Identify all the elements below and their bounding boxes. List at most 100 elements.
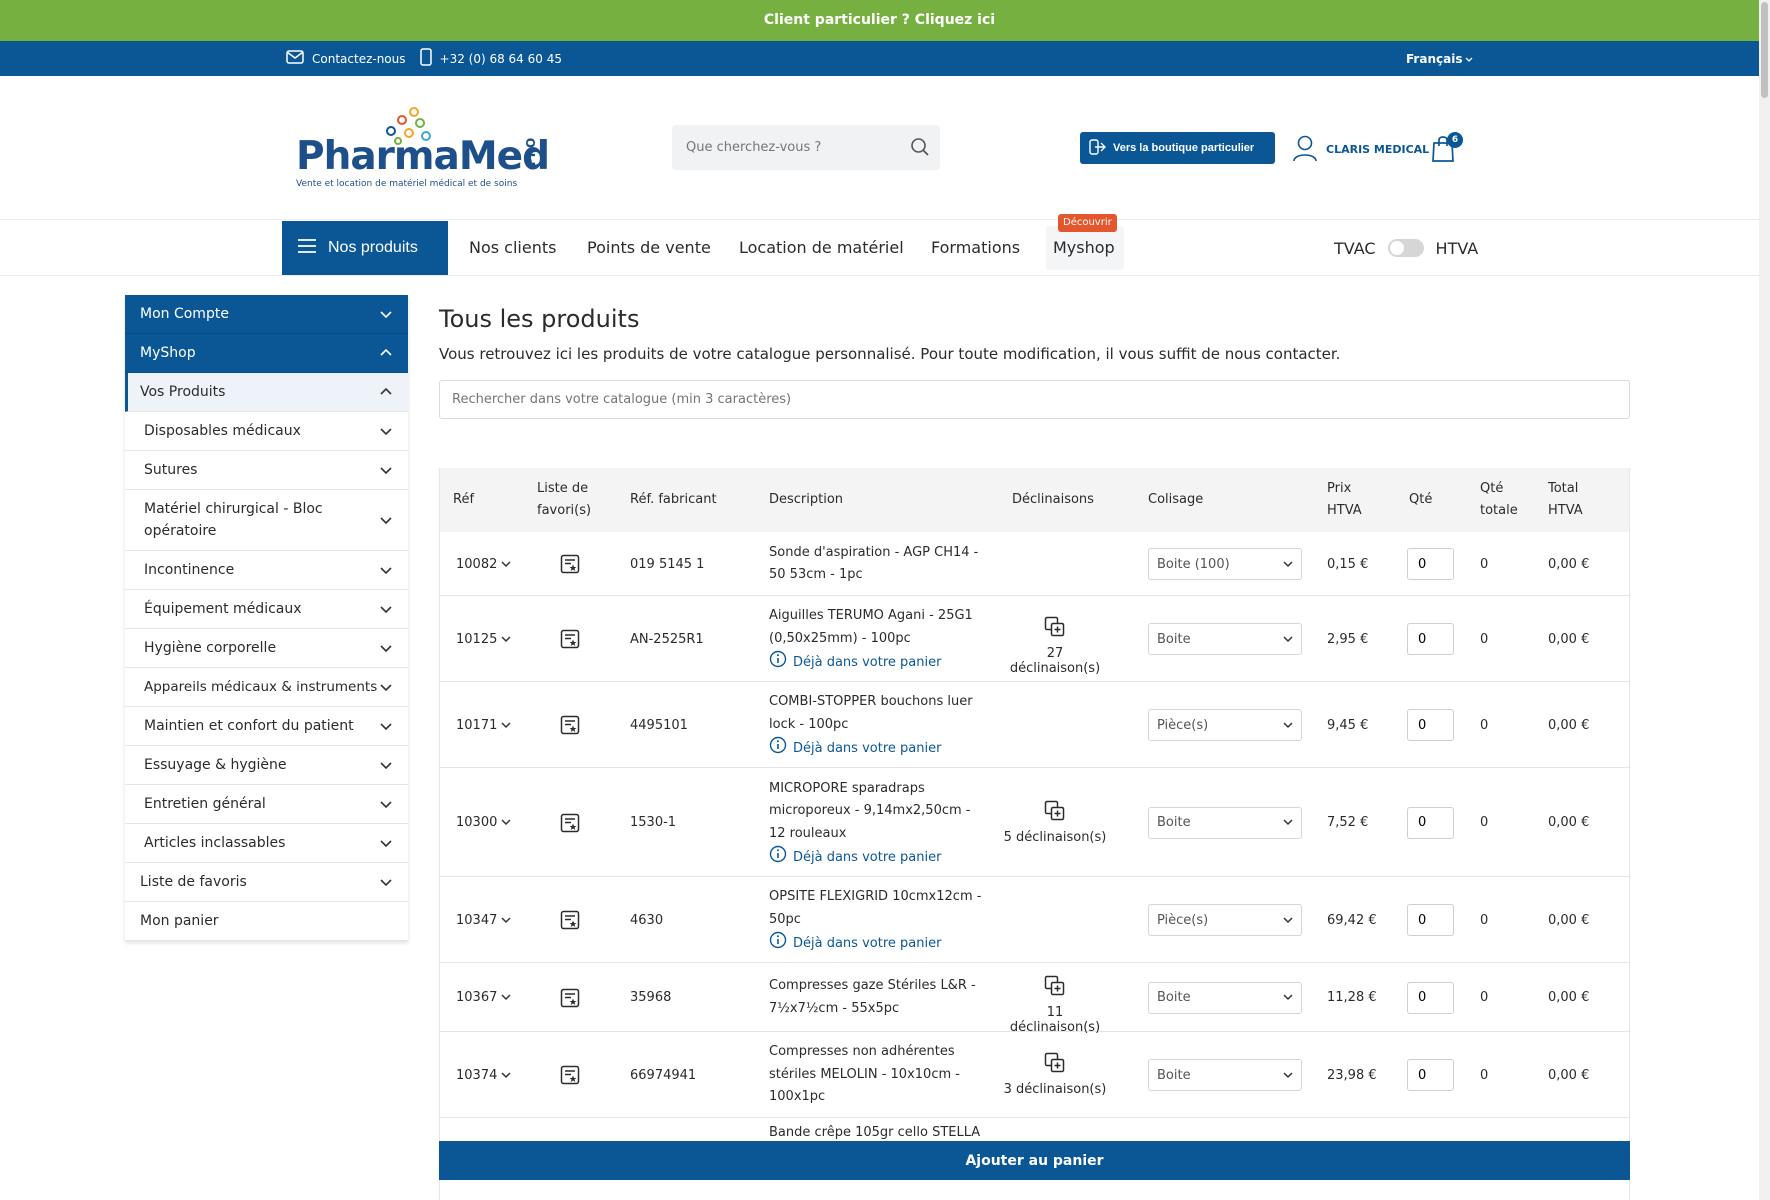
nav-item-clients[interactable]: Nos clients (469, 220, 556, 276)
packing-select[interactable]: Boite (1148, 623, 1302, 655)
ref-dropdown[interactable]: 10374 (456, 1065, 511, 1085)
ref-dropdown[interactable]: 10347 (456, 910, 511, 930)
packing-value: Boite (1157, 990, 1191, 1005)
line-total: 0,00 € (1548, 1067, 1590, 1083)
sidebar-category-label: Appareils médicaux & instruments (144, 679, 378, 695)
logo-tagline: Vente et location de matériel médical et… (296, 179, 518, 189)
table-row: 10347 4630 OPSITE FLEXIGRID 10cmx12cm - 50… (440, 877, 1629, 963)
sidebar-category-label: Matériel chirurgical - Bloc opératoire (144, 501, 323, 539)
packing-select[interactable]: Pièce(s) (1148, 709, 1302, 741)
favorite-list-icon[interactable] (560, 988, 580, 1008)
sidebar-category[interactable]: Maintien et confort du patient (125, 707, 408, 746)
packing-value: Pièce(s) (1157, 912, 1209, 928)
toggle-knob (1389, 241, 1404, 255)
page-scrollbar[interactable] (1759, 0, 1770, 1200)
chevron-down-icon (380, 879, 392, 887)
sidebar: Mon Compte MyShop Vos Produits Disposabl… (125, 295, 408, 941)
shop-particulier-button[interactable]: Vers la boutique particulier (1080, 132, 1275, 164)
catalog-search-input[interactable] (439, 380, 1630, 419)
promo-banner[interactable]: Client particulier ? Cliquez ici (0, 0, 1759, 41)
ref-value: 10347 (456, 912, 498, 928)
sidebar-category[interactable]: Incontinence (125, 551, 408, 590)
quantity-input[interactable] (1407, 806, 1454, 839)
chevron-down-icon (501, 557, 511, 572)
nav-item-formations[interactable]: Formations (931, 220, 1020, 276)
tax-toggle[interactable] (1387, 239, 1424, 257)
quantity-input[interactable] (1407, 548, 1454, 580)
description-text: Aiguilles TERUMO Agani - 25G1 (0,50x25mm… (769, 608, 973, 646)
logo[interactable]: PharmaMed PRO Vente et location de matér… (296, 106, 550, 190)
quantity-input[interactable] (1407, 904, 1454, 936)
sidebar-category[interactable]: Matériel chirurgical - Bloc opératoire (125, 490, 408, 551)
language-selector[interactable]: Français (1406, 41, 1473, 76)
sidebar-category[interactable]: Hygiène corporelle (125, 629, 408, 668)
ref-value: 10082 (456, 556, 498, 572)
packing-select[interactable]: Pièce(s) (1148, 904, 1302, 936)
variants-button[interactable]: 27 déclinaison(s) (1000, 616, 1110, 676)
phone-number[interactable]: +32 (0) 68 64 60 45 (440, 52, 562, 66)
line-total: 0,00 € (1548, 631, 1590, 647)
contact-link[interactable]: Contactez-nous (312, 52, 406, 66)
sidebar-item-mon-compte[interactable]: Mon Compte (125, 295, 408, 334)
ref-dropdown[interactable]: 10300 (456, 813, 511, 833)
favorite-list-icon[interactable] (560, 715, 580, 735)
sidebar-category[interactable]: Essuyage & hygiène (125, 746, 408, 785)
manufacturer-ref: 35968 (630, 990, 672, 1005)
col-ref-fabricant: Réf. fabricant (630, 492, 717, 507)
sidebar-category[interactable]: Disposables médicaux (125, 412, 408, 451)
nos-produits-button[interactable]: Nos produits (282, 221, 448, 275)
quantity-input[interactable] (1407, 709, 1454, 741)
chevron-down-icon (1283, 557, 1293, 572)
hamburger-icon (298, 238, 316, 258)
main-nav: Nos produits Nos clients Points de vente… (0, 214, 1759, 276)
col-total-line1: Total (1548, 481, 1579, 496)
ref-value: 10300 (456, 815, 498, 830)
sidebar-category[interactable]: Appareils médicaux & instruments (125, 668, 408, 707)
search-icon[interactable] (910, 137, 930, 161)
packing-select[interactable]: Boite (1148, 806, 1302, 839)
cart-button[interactable]: 6 (1430, 132, 1464, 166)
sidebar-category[interactable]: Équipement médicaux (125, 590, 408, 629)
ref-dropdown[interactable]: 10082 (456, 554, 511, 574)
add-to-cart-button[interactable]: Ajouter au panier (439, 1141, 1630, 1180)
favorite-list-icon[interactable] (560, 1065, 580, 1085)
sidebar-category[interactable]: Articles inclassables (125, 824, 408, 863)
sidebar-category[interactable]: Sutures (125, 451, 408, 490)
search-input[interactable] (686, 125, 906, 170)
manufacturer-ref: 1530-1 (630, 815, 677, 830)
sidebar-item-vos-produits[interactable]: Vos Produits (125, 373, 408, 412)
favorite-list-icon[interactable] (560, 813, 580, 833)
favorite-list-icon[interactable] (560, 554, 580, 574)
account-link[interactable]: CLARIS MEDICAL (1292, 134, 1429, 165)
sidebar-category[interactable]: Entretien général (125, 785, 408, 824)
language-label: Français (1406, 51, 1463, 66)
product-description: MICROPORE sparadraps microporeux - 9,14m… (769, 778, 991, 872)
favorite-list-icon[interactable] (560, 910, 580, 930)
chevron-down-icon (1465, 52, 1473, 66)
packing-select[interactable]: Boite (100) (1148, 548, 1302, 580)
sidebar-item-favoris[interactable]: Liste de favoris (125, 863, 408, 902)
scrollbar-thumb[interactable] (1761, 2, 1768, 98)
sidebar-item-mon-panier[interactable]: Mon panier (125, 902, 408, 941)
chevron-down-icon (501, 632, 511, 647)
nav-item-location[interactable]: Location de matériel (739, 220, 904, 276)
variants-button[interactable]: 11 déclinaison(s) (1000, 975, 1110, 1035)
ref-dropdown[interactable]: 10171 (456, 715, 511, 735)
quantity-input[interactable] (1407, 1059, 1454, 1091)
quantity-input[interactable] (1407, 623, 1454, 655)
chevron-down-icon (380, 645, 392, 653)
manufacturer-ref: 019 5145 1 (630, 556, 705, 572)
variants-button[interactable]: 3 déclinaison(s) (1000, 1052, 1110, 1098)
favorite-list-icon[interactable] (560, 629, 580, 649)
nav-item-points-de-vente[interactable]: Points de vente (587, 220, 711, 276)
quantity-input[interactable] (1407, 981, 1454, 1014)
line-total: 0,00 € (1548, 556, 1590, 572)
packing-select[interactable]: Boite (1148, 981, 1302, 1014)
variants-button[interactable]: 5 déclinaison(s) (1000, 800, 1110, 846)
ref-dropdown[interactable]: 10367 (456, 988, 511, 1008)
packing-select[interactable]: Boite (1148, 1059, 1302, 1091)
packing-value: Pièce(s) (1157, 717, 1209, 733)
nos-produits-label: Nos produits (328, 239, 418, 256)
sidebar-item-myshop[interactable]: MyShop (125, 334, 408, 373)
ref-dropdown[interactable]: 10125 (456, 629, 511, 649)
